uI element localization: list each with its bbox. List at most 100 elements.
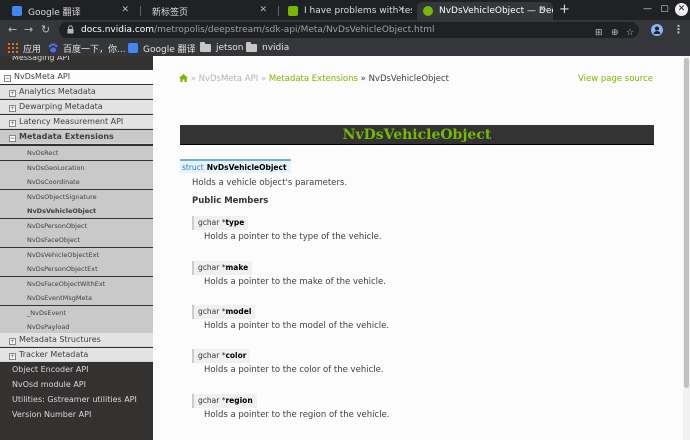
breadcrumb-nvdsmeta-api[interactable]: NvDsMeta API <box>199 74 259 84</box>
bookmark-label: nvidia <box>262 43 290 53</box>
sidebar-subitem-nvdsevent[interactable]: _NvDsEvent <box>0 305 153 320</box>
sidebar-item-gstreamer-utilities-api[interactable]: Utilities: Gstreamer utilities API <box>0 393 153 407</box>
tab-google-translate[interactable]: Google 翻译 ✕ <box>6 2 136 20</box>
struct-name: NvDsVehicleObject <box>206 163 287 172</box>
sidebar-item-label: Analytics Metadata <box>19 87 96 96</box>
bookmark-baidu[interactable]: 百度一下，你... <box>48 41 126 55</box>
sidebar-item-nvdsmeta-api[interactable]: − NvDsMeta API <box>0 70 153 84</box>
member-description: Holds a pointer to the region of the veh… <box>204 410 390 420</box>
maximize-icon[interactable]: ▢ <box>658 3 671 16</box>
expand-toggle-icon[interactable]: + <box>9 90 16 97</box>
bookmark-google-translate[interactable]: Google 翻译 <box>128 41 196 55</box>
member-name: make <box>225 263 249 272</box>
breadcrumb-metadata-extensions[interactable]: Metadata Extensions <box>269 74 358 84</box>
profile-avatar-icon[interactable] <box>651 24 663 36</box>
sidebar-subitem-nvdsvehicleobject[interactable]: NvDsVehicleObject <box>0 204 153 218</box>
bookmark-label: 应用 <box>23 44 42 55</box>
member-signature: gchar *type <box>192 216 249 230</box>
tab-forum-post[interactable]: I have problems with test ✕ <box>282 2 412 20</box>
struct-signature: struct NvDsVehicleObject <box>180 159 291 173</box>
member-type-label: gchar * <box>198 396 226 405</box>
tab-separator <box>140 6 141 16</box>
tab-label: I have problems with test <box>304 6 412 16</box>
member-description: Holds a pointer to the model of the vehi… <box>204 321 390 331</box>
sidebar-subitem-nvdseventmsgmeta[interactable]: NvDsEventMsgMeta <box>0 291 153 305</box>
sidebar-item-label: Metadata Structures <box>19 335 101 344</box>
sidebar-subitem-nvdsgeolocation[interactable]: NvDsGeoLocation <box>0 160 153 175</box>
sidebar-subitem-nvdsfaceobject[interactable]: NvDsFaceObject <box>0 233 153 247</box>
member-description: Holds a pointer to the type of the vehic… <box>204 232 382 242</box>
expand-toggle-icon[interactable]: + <box>9 120 16 127</box>
minimize-icon[interactable]: — <box>641 3 654 16</box>
browser-menu-icon[interactable]: ⋮ <box>673 24 684 36</box>
sidebar-item-label: Tracker Metadata <box>19 350 89 359</box>
forward-arrow-icon[interactable]: → <box>24 24 33 36</box>
expand-toggle-icon[interactable]: + <box>9 353 16 360</box>
breadcrumb-separator: » <box>190 74 196 84</box>
window-close-icon[interactable]: ✕ <box>675 3 688 16</box>
doc-content: » NvDsMeta API » Metadata Extensions » N… <box>153 56 683 440</box>
folder-icon <box>200 42 211 52</box>
sidebar-subitem-nvdsvehicleobjectext[interactable]: NvDsVehicleObjectExt <box>0 247 153 262</box>
bookmark-folder-nvidia[interactable]: nvidia <box>246 41 289 55</box>
sidebar-item-label: NvDsMeta API <box>14 72 71 81</box>
sidebar-item-dewarping-metadata[interactable]: + Dewarping Metadata <box>0 100 153 114</box>
breadcrumb-separator: » <box>360 74 366 84</box>
bookmark-star-icon[interactable]: ☆ <box>626 25 634 38</box>
home-icon[interactable] <box>179 74 188 82</box>
bookmarks-bar: 应用 百度一下，你... Google 翻译 jetson nvidia <box>0 40 690 56</box>
collapse-toggle-icon[interactable]: − <box>9 135 16 142</box>
sidebar-subitem-nvdspersonobject[interactable]: NvDsPersonObject <box>0 218 153 233</box>
sidebar-item-nvosd-module-api[interactable]: NvOsd module API <box>0 378 153 392</box>
member-signature: gchar *color <box>192 349 251 363</box>
new-tab-plus-icon[interactable]: + <box>559 2 570 17</box>
bookmark-label: Google 翻译 <box>143 44 196 55</box>
expand-toggle-icon[interactable]: + <box>9 105 16 112</box>
back-arrow-icon[interactable]: ← <box>8 24 17 36</box>
zoom-icon[interactable]: ⊕ <box>611 25 619 38</box>
address-bar[interactable]: docs.nvidia.com/metropolis/deepstream/sd… <box>59 22 639 38</box>
public-members-heading: Public Members <box>192 196 269 206</box>
tab-close-icon[interactable]: ✕ <box>538 5 546 15</box>
breadcrumb: » NvDsMeta API » Metadata Extensions » N… <box>179 74 449 84</box>
reload-icon[interactable]: ↻ <box>41 24 50 36</box>
bookmark-apps[interactable]: 应用 <box>8 41 41 55</box>
bookmark-label: jetson <box>216 43 244 53</box>
sidebar-item-metadata-structures[interactable]: + Metadata Structures <box>0 333 153 347</box>
sidebar-item-object-encoder-api[interactable]: Object Encoder API <box>0 363 153 377</box>
bookmark-label: 百度一下，你... <box>63 44 126 55</box>
sidebar-item-metadata-extensions[interactable]: − Metadata Extensions <box>0 130 153 144</box>
page-title: NvDsVehicleObject <box>342 127 492 143</box>
tab-close-icon[interactable]: ✕ <box>259 5 267 15</box>
sidebar-subitem-nvdsrect[interactable]: NvDsRect <box>0 146 153 160</box>
sidebar-subitem-nvdsobjectsignature[interactable]: NvDsObjectSignature <box>0 189 153 204</box>
sidebar-item-tracker-metadata[interactable]: + Tracker Metadata <box>0 348 153 362</box>
view-page-source-link[interactable]: View page source <box>578 74 653 84</box>
tab-nvdsvehicleobject[interactable]: NvDsVehicleObject — Dee ✕ <box>417 2 553 20</box>
translate-page-icon[interactable]: ⊞ <box>595 25 603 38</box>
sidebar-item-analytics-metadata[interactable]: + Analytics Metadata <box>0 85 153 99</box>
scrollbar-thumb[interactable] <box>684 58 689 388</box>
tab-close-icon[interactable]: ✕ <box>121 5 129 15</box>
expand-toggle-icon[interactable]: + <box>9 338 16 345</box>
lock-icon <box>67 25 74 34</box>
sidebar-subitem-nvdsfaceobjectwithext[interactable]: NvDsFaceObjectWithExt <box>0 276 153 291</box>
member-signature: gchar *region <box>192 394 257 408</box>
member-signature: gchar *model <box>192 305 256 319</box>
tab-label: NvDsVehicleObject — Dee <box>439 6 553 16</box>
tab-close-icon[interactable]: ✕ <box>397 5 405 15</box>
page-scrollbar[interactable] <box>683 56 690 440</box>
sidebar-subitem-nvdspayload[interactable]: NvDsPayload <box>0 320 153 333</box>
sidebar-item-messaging-api[interactable]: Messaging API <box>0 56 153 65</box>
baidu-paw-icon <box>48 43 58 53</box>
sidebar-subitem-nvdspersonobjectext[interactable]: NvDsPersonObjectExt <box>0 262 153 276</box>
sidebar-item-version-number-api[interactable]: Version Number API <box>0 408 153 422</box>
member-type-label: gchar * <box>198 307 226 316</box>
collapse-toggle-icon[interactable]: − <box>4 75 11 82</box>
address-host: docs.nvidia.com <box>81 25 155 35</box>
sidebar-item-latency-measurement-api[interactable]: + Latency Measurement API <box>0 115 153 129</box>
bookmark-folder-jetson[interactable]: jetson <box>200 41 243 55</box>
sidebar-subitem-nvdscoordinate[interactable]: NvDsCoordinate <box>0 175 153 189</box>
tab-new-tab[interactable]: 新标签页 ✕ <box>146 2 274 20</box>
tab-label: 新标签页 <box>152 7 189 18</box>
